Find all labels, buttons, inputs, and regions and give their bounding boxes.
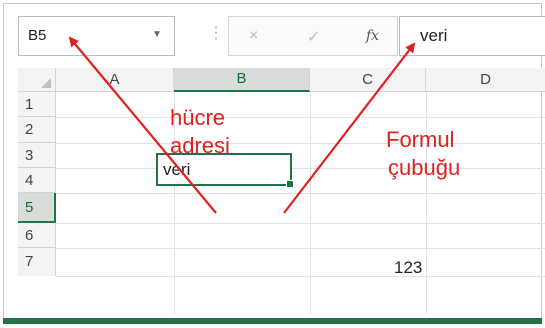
row-header-3[interactable]: 3 (18, 143, 56, 168)
row-header-4[interactable]: 4 (18, 168, 56, 193)
name-box-dropdown-icon[interactable]: ▼ (152, 29, 162, 40)
row-header-1[interactable]: 1 (18, 92, 56, 117)
grid-line (56, 223, 545, 224)
name-box[interactable]: B5 ▼ (18, 16, 175, 56)
bottom-accent-bar (3, 318, 542, 324)
grid-line (56, 168, 545, 169)
column-header-a[interactable]: A (56, 68, 174, 92)
fill-handle[interactable] (286, 180, 294, 188)
name-box-value: B5 (28, 27, 47, 44)
select-all-corner[interactable] (18, 68, 56, 92)
column-header-d[interactable]: D (426, 68, 545, 92)
grid-line (56, 276, 545, 277)
annotation-cell-address-line2: adresi (170, 133, 230, 158)
annotation-formula-bar: Formul çubuğu (386, 126, 460, 182)
row-header-6[interactable]: 6 (18, 223, 56, 248)
cell-c6-value: 123 (394, 258, 423, 277)
grid-line (56, 248, 545, 249)
cancel-icon[interactable]: × (249, 27, 258, 45)
annotation-cell-address: hücre adresi (170, 104, 230, 160)
grid-line (56, 193, 545, 194)
row-header-5[interactable]: 5 (18, 193, 56, 223)
worksheet-grid: A B C D 1 2 3 4 5 6 7 (18, 68, 545, 314)
grid-line (56, 143, 545, 144)
formula-bar: B5 ▼ ⋮ × ✓ fx veri (18, 16, 545, 60)
row-header-2[interactable]: 2 (18, 117, 56, 143)
grid-line (310, 92, 311, 314)
grid-line (56, 117, 545, 118)
formula-buttons: × ✓ fx (228, 16, 398, 56)
column-header-c[interactable]: C (310, 68, 426, 92)
annotation-formula-bar-line2: çubuğu (388, 155, 461, 180)
formula-value: veri (420, 26, 448, 45)
column-header-b[interactable]: B (174, 68, 310, 92)
insert-function-icon[interactable]: fx (366, 28, 379, 44)
enter-icon[interactable]: ✓ (307, 27, 320, 47)
cell-b5-value: veri (163, 160, 191, 179)
formula-bar-splitter-icon[interactable]: ⋮ (208, 26, 224, 42)
row-header-7[interactable]: 7 (18, 248, 56, 276)
annotation-formula-bar-line1: Formul (386, 127, 455, 152)
formula-input[interactable]: veri (399, 16, 545, 56)
annotation-cell-address-line1: hücre (170, 105, 226, 130)
